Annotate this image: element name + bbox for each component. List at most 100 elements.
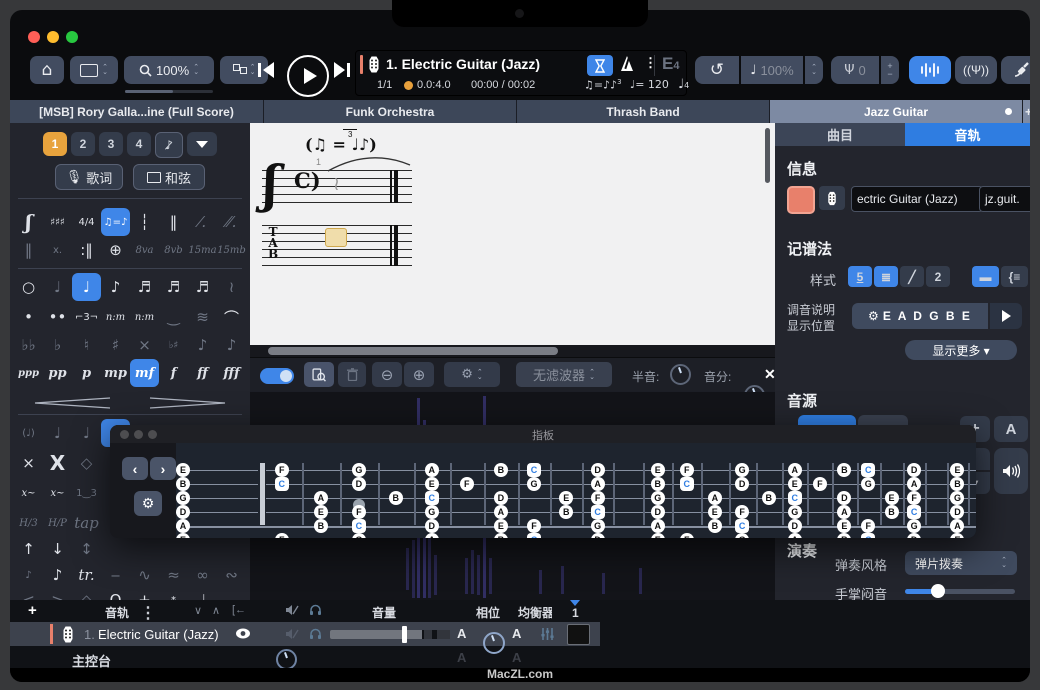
fretboard-note-c[interactable]: C	[352, 519, 366, 533]
fretboard-note-b[interactable]: B	[176, 477, 190, 491]
audio-mode-button[interactable]	[909, 56, 951, 84]
notation-symbol-button[interactable]: mf	[130, 359, 159, 387]
fretboard-note-d[interactable]: D	[907, 463, 921, 477]
fretboard-note-d[interactable]: D	[907, 533, 921, 538]
semitone-knob[interactable]	[670, 364, 691, 385]
notation-symbol-button[interactable]: ♭♭	[14, 331, 43, 359]
speed-stepper[interactable]: ⌃⌄	[805, 56, 823, 84]
tuning-field[interactable]: ⚙E A D G B E	[852, 303, 988, 329]
solo-column-icon[interactable]	[309, 603, 322, 616]
maximize-window-button[interactable]	[66, 31, 78, 43]
loop-button[interactable]: ↺	[695, 56, 739, 84]
fretboard-next-button[interactable]: ›	[150, 457, 176, 480]
fretboard-note-b[interactable]: B	[651, 477, 665, 491]
next-bar-button[interactable]	[334, 62, 350, 78]
preview-sound-button[interactable]	[994, 448, 1028, 494]
chords-button[interactable]: 和弦	[133, 164, 205, 190]
notation-symbol-button[interactable]: 1‿3	[72, 479, 101, 507]
notation-symbol-button[interactable]: H/P	[43, 509, 72, 537]
tracks-menu-button[interactable]: ⋮	[140, 603, 156, 623]
fretboard-note-e[interactable]: E	[494, 519, 508, 533]
fretboard-note-d[interactable]: D	[735, 477, 749, 491]
fretboard-note-a[interactable]: A	[314, 491, 328, 505]
visibility-eye-icon[interactable]	[235, 628, 251, 639]
zoom-dropdown[interactable]: 100% ⌃⌄	[124, 56, 214, 84]
notation-symbol-button[interactable]: tap	[72, 509, 101, 537]
notation-symbol-button[interactable]: mp	[101, 359, 130, 387]
notation-symbol-button[interactable]: ↕	[72, 535, 101, 563]
fretboard-note-c[interactable]: C	[527, 463, 541, 477]
notation-symbol-button[interactable]: n:m	[101, 303, 130, 331]
fretboard[interactable]: EFGABCDEFGABCDEBCDEFGABCDEFGABGABCDEFGAB…	[176, 443, 976, 538]
fretboard-note-b[interactable]: B	[837, 463, 851, 477]
loop-marker-icon[interactable]	[404, 81, 413, 90]
fretboard-note-a[interactable]: A	[837, 505, 851, 519]
fretboard-note-c[interactable]: C	[527, 533, 541, 538]
fretboard-note-d[interactable]: D	[494, 491, 508, 505]
speed-control[interactable]: ♩ 100%	[741, 56, 803, 84]
view-mode-dropdown[interactable]: ⌃⌄	[70, 56, 118, 84]
fretboard-note-c[interactable]: C	[788, 491, 802, 505]
notation-symbol-button[interactable]: fff	[217, 359, 246, 387]
zoom-out-button[interactable]: ⊖	[372, 362, 402, 387]
show-more-button[interactable]: 显示更多 ▾	[905, 340, 1017, 360]
notation-symbol-button[interactable]: ◇	[72, 449, 101, 477]
notation-symbol-button[interactable]: ♯♯♯	[43, 208, 72, 236]
fretboard-note-f[interactable]: F	[591, 491, 605, 505]
volume-handle[interactable]	[402, 626, 407, 643]
fretboard-note-b[interactable]: B	[314, 519, 328, 533]
score-paper[interactable]: (♫ = ♩♪) 3 ʃ C) 1 ≀ TAB	[250, 123, 775, 345]
notation-symbol-button[interactable]: ♮	[72, 331, 101, 359]
notation-symbol-button[interactable]: ♪	[14, 561, 43, 589]
fretboard-note-a[interactable]: A	[907, 477, 921, 491]
multivoice-button[interactable]: ♪̷	[155, 132, 183, 158]
fretboard-note-e[interactable]: E	[708, 505, 722, 519]
notation-symbol-button[interactable]	[159, 535, 188, 563]
notation-symbol-button[interactable]: ≋	[188, 303, 217, 331]
voice-2-button[interactable]: 2	[71, 132, 95, 156]
notation-symbol-button[interactable]: ♪	[217, 331, 246, 359]
fretboard-note-c[interactable]: C	[275, 477, 289, 491]
fretboard-note-d[interactable]: D	[591, 533, 605, 538]
track-volume-slider[interactable]	[330, 630, 450, 639]
notation-symbol-button[interactable]: ♬	[130, 273, 159, 301]
transpose-stepper[interactable]: +−	[881, 56, 899, 84]
palm-mute-slider[interactable]	[905, 589, 1015, 594]
notation-symbol-button[interactable]: ↑	[14, 535, 43, 563]
fretboard-note-a[interactable]: A	[651, 519, 665, 533]
metronome-button[interactable]	[621, 56, 633, 71]
fretboard-prev-button[interactable]: ‹	[122, 457, 148, 480]
automation-button[interactable]: A	[994, 416, 1028, 442]
fretboard-note-g[interactable]: G	[352, 533, 366, 538]
fretboard-note-g[interactable]: G	[735, 463, 749, 477]
fretboard-window[interactable]: 指板 ‹ › ⚙ EFGABCDEFGABCDEBCDEFGABCDEFGABG…	[110, 425, 976, 538]
notation-symbol-button[interactable]	[101, 535, 130, 563]
fretboard-note-e[interactable]: E	[425, 477, 439, 491]
fretboard-note-e[interactable]: E	[651, 533, 665, 538]
current-track-title[interactable]: 1. Electric Guitar (Jazz)	[386, 56, 540, 72]
notation-symbol-button[interactable]: ‖	[14, 236, 43, 264]
notation-symbol-button[interactable]: :‖	[72, 236, 101, 264]
palm-mute-handle[interactable]	[931, 584, 945, 598]
tuner-button[interactable]: ((Ψ))	[955, 56, 997, 84]
score-tab-2[interactable]: Funk Orchestra	[264, 100, 517, 123]
notation-symbol-button[interactable]: ♩	[43, 419, 72, 447]
track-row[interactable]: 1. Electric Guitar (Jazz) A A	[10, 622, 600, 646]
notation-symbol-button[interactable]: ×	[130, 331, 159, 359]
track-shortname-input[interactable]: jz.guit.	[979, 186, 1030, 212]
fretboard-note-e[interactable]: E	[885, 491, 899, 505]
fretboard-note-f[interactable]: F	[352, 505, 366, 519]
collapse-left-icon[interactable]: [←	[232, 604, 246, 616]
notation-symbol-button[interactable]: pp	[43, 359, 72, 387]
effects-toggle[interactable]	[260, 368, 294, 384]
fretboard-note-e[interactable]: E	[176, 463, 190, 477]
solo-button[interactable]	[309, 627, 322, 640]
notation-symbol-button[interactable]: ••	[43, 303, 72, 331]
chevron-up-icon[interactable]: ∧	[212, 604, 220, 617]
fretboard-note-a[interactable]: A	[708, 491, 722, 505]
track-eq-swatch[interactable]	[567, 624, 590, 645]
notation-symbol-button[interactable]: ♪	[101, 273, 130, 301]
fretboard-note-d[interactable]: D	[591, 463, 605, 477]
fretboard-note-g[interactable]: G	[907, 519, 921, 533]
fretboard-note-g[interactable]: G	[788, 505, 802, 519]
